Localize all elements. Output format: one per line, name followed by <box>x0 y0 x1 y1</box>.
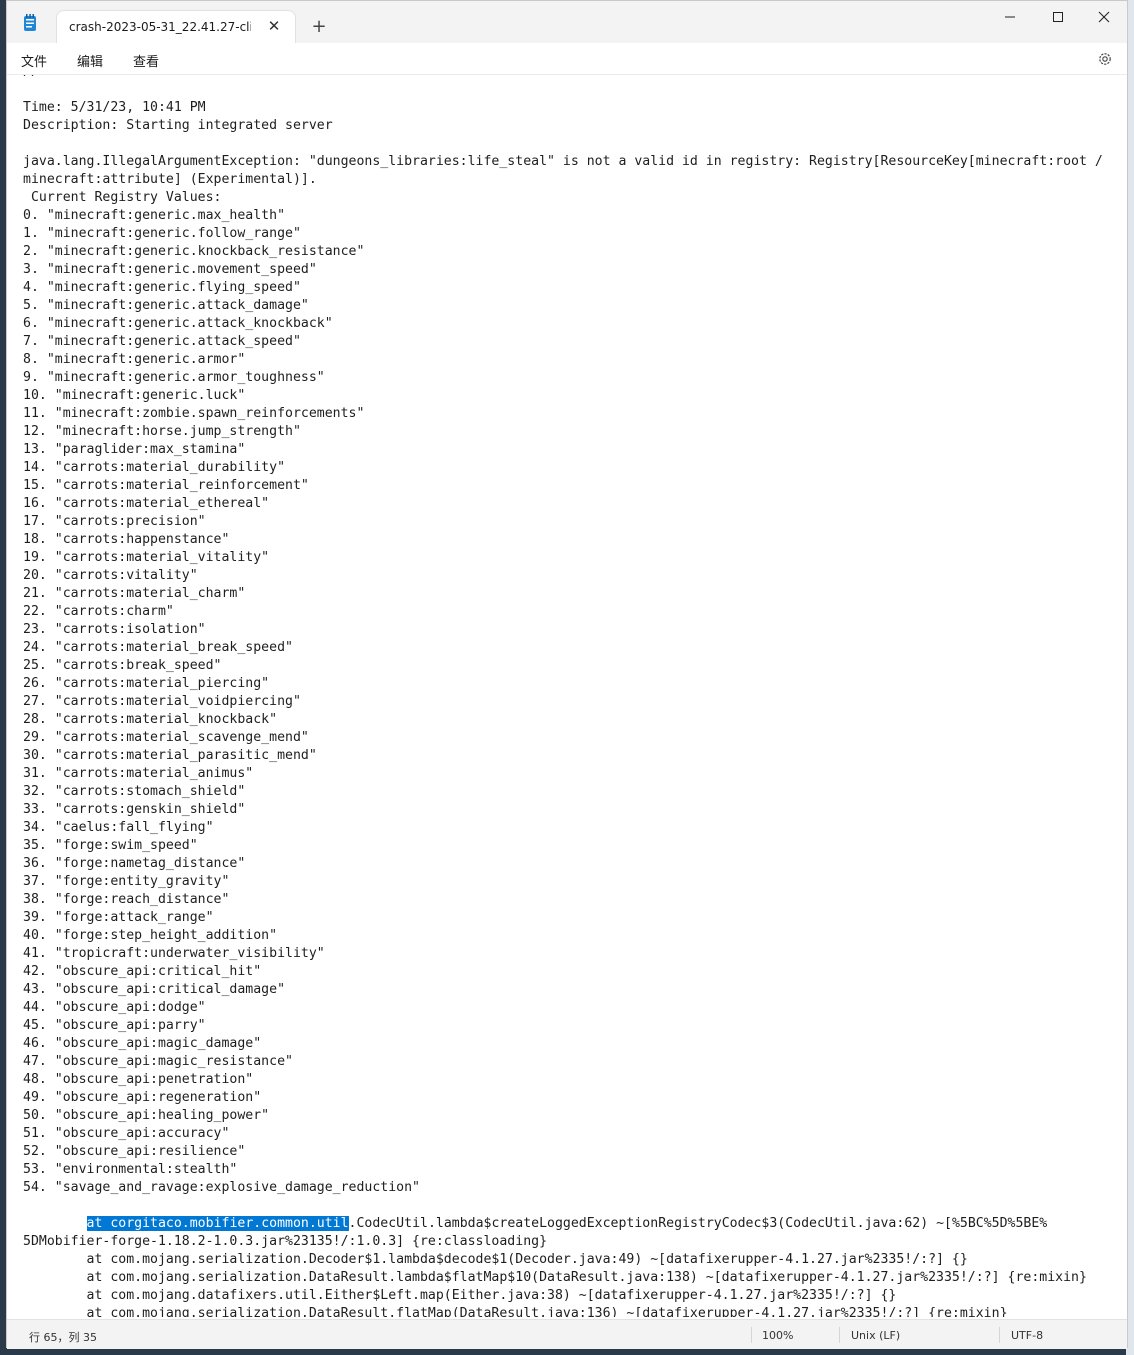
registry-value-line: 5. "minecraft:generic.attack_damage" <box>23 298 309 313</box>
settings-gear-icon[interactable] <box>1097 51 1113 67</box>
cursor-position: 行 65，列 35 <box>29 1331 97 1344</box>
menu-view[interactable]: 查看 <box>133 51 159 70</box>
stack-line: at com.mojang.datafixers.util.Either$Lef… <box>23 1288 897 1303</box>
registry-value-line: 18. "carrots:happenstance" <box>23 532 230 547</box>
registry-value-line: 8. "minecraft:generic.armor" <box>23 352 246 367</box>
maximize-button[interactable] <box>1035 1 1081 33</box>
registry-value-line: 3. "minecraft:generic.movement_speed" <box>23 262 317 277</box>
stack-line: at com.mojang.serialization.DataResult.l… <box>23 1270 1087 1285</box>
registry-value-line: 29. "carrots:material_scavenge_mend" <box>23 730 309 745</box>
status-divider <box>751 1327 752 1343</box>
menu-file[interactable]: 文件 <box>21 51 47 70</box>
registry-value-line: 22. "carrots:charm" <box>23 604 174 619</box>
registry-value-line: 0. "minecraft:generic.max_health" <box>23 208 286 223</box>
registry-value-line: 53. "environmental:stealth" <box>23 1162 238 1177</box>
registry-value-line: 28. "carrots:material_knockback" <box>23 712 278 727</box>
registry-value-line: 44. "obscure_api:dodge" <box>23 1000 206 1015</box>
registry-value-line: 12. "minecraft:horse.jump_strength" <box>23 424 301 439</box>
text-editor[interactable]: // ... Time: 5/31/23, 10:41 PM Descripti… <box>7 75 1111 1317</box>
status-divider <box>999 1327 1000 1343</box>
exception-line: java.lang.IllegalArgumentException: "dun… <box>23 154 1103 169</box>
editor-text: // ... Time: 5/31/23, 10:41 PM Descripti… <box>23 75 1103 1317</box>
registry-value-line: 21. "carrots:material_charm" <box>23 586 246 601</box>
maximize-icon <box>1053 12 1063 22</box>
registry-value-line: 26. "carrots:material_piercing" <box>23 676 270 691</box>
menu-bar: 文件 编辑 查看 <box>7 43 1127 75</box>
registry-value-line: 40. "forge:step_height_addition" <box>23 928 278 943</box>
registry-value-line: 37. "forge:entity_gravity" <box>23 874 230 889</box>
registry-value-line: 39. "forge:attack_range" <box>23 910 214 925</box>
title-bar: crash-2023-05-31_22.41.27-client.txt ✕ + <box>7 1 1127 44</box>
registry-value-line: 10. "minecraft:generic.luck" <box>23 388 246 403</box>
minimize-icon <box>1005 16 1015 18</box>
encoding[interactable]: UTF-8 <box>1011 1329 1043 1342</box>
close-tab-icon[interactable]: ✕ <box>265 17 283 35</box>
registry-value-line: 42. "obscure_api:critical_hit" <box>23 964 262 979</box>
registry-value-line: 9. "minecraft:generic.armor_toughness" <box>23 370 325 385</box>
status-bar: 行 65，列 35 100% Unix (LF) UTF-8 <box>7 1319 1127 1349</box>
registry-value-line: 1. "minecraft:generic.follow_range" <box>23 226 301 241</box>
close-icon <box>1098 11 1110 23</box>
text-line: Time: 5/31/23, 10:41 PM <box>23 100 206 115</box>
exception-line: minecraft:attribute] (Experimental)]. <box>23 172 317 187</box>
registry-value-line: 47. "obscure_api:magic_resistance" <box>23 1054 293 1069</box>
registry-value-line: 31. "carrots:material_animus" <box>23 766 254 781</box>
registry-value-line: 2. "minecraft:generic.knockback_resistan… <box>23 244 365 259</box>
registry-value-line: 45. "obscure_api:parry" <box>23 1018 206 1033</box>
stack-line: at com.mojang.serialization.DataResult.f… <box>23 1306 1008 1317</box>
registry-value-line: 20. "carrots:vitality" <box>23 568 198 583</box>
registry-value-line: 52. "obscure_api:resilience" <box>23 1144 246 1159</box>
stack-line: at com.mojang.serialization.Decoder$1.la… <box>23 1252 968 1267</box>
registry-value-line: 11. "minecraft:zombie.spawn_reinforcemen… <box>23 406 365 421</box>
registry-value-line: 30. "carrots:material_parasitic_mend" <box>23 748 317 763</box>
new-tab-button[interactable]: + <box>307 15 331 39</box>
stack-line: .CodecUtil.lambda$createLoggedExceptionR… <box>348 1216 1048 1231</box>
zoom-level[interactable]: 100% <box>762 1329 793 1342</box>
registry-value-line: 15. "carrots:material_reinforcement" <box>23 478 309 493</box>
registry-value-line: 35. "forge:swim_speed" <box>23 838 198 853</box>
text-line: // ... <box>23 75 71 79</box>
document-tab[interactable]: crash-2023-05-31_22.41.27-client.txt ✕ <box>57 11 295 44</box>
registry-value-line: 51. "obscure_api:accuracy" <box>23 1126 230 1141</box>
text-selection: at corgitaco.mobifier.common.util <box>86 1216 349 1231</box>
text-line: Description: Starting integrated server <box>23 118 333 133</box>
registry-value-line: 50. "obscure_api:healing_power" <box>23 1108 270 1123</box>
vertical-scrollbar[interactable] <box>1111 75 1127 1317</box>
tab-title: crash-2023-05-31_22.41.27-client.txt <box>69 20 251 34</box>
registry-value-line: 32. "carrots:stomach_shield" <box>23 784 246 799</box>
status-divider <box>839 1327 840 1343</box>
menu-edit[interactable]: 编辑 <box>77 51 103 70</box>
registry-value-line: 4. "minecraft:generic.flying_speed" <box>23 280 301 295</box>
stack-indent <box>23 1216 87 1231</box>
registry-value-line: 25. "carrots:break_speed" <box>23 658 222 673</box>
exception-line: Current Registry Values: <box>23 190 222 205</box>
registry-value-line: 49. "obscure_api:regeneration" <box>23 1090 262 1105</box>
registry-value-line: 54. "savage_and_ravage:explosive_damage_… <box>23 1180 420 1195</box>
minimize-button[interactable] <box>987 1 1033 33</box>
registry-value-line: 48. "obscure_api:penetration" <box>23 1072 254 1087</box>
line-ending[interactable]: Unix (LF) <box>851 1329 900 1342</box>
notepad-window: crash-2023-05-31_22.41.27-client.txt ✕ +… <box>6 0 1128 1349</box>
registry-value-line: 6. "minecraft:generic.attack_knockback" <box>23 316 333 331</box>
registry-value-line: 7. "minecraft:generic.attack_speed" <box>23 334 301 349</box>
registry-value-line: 24. "carrots:material_break_speed" <box>23 640 293 655</box>
registry-value-line: 14. "carrots:material_durability" <box>23 460 286 475</box>
registry-value-line: 46. "obscure_api:magic_damage" <box>23 1036 262 1051</box>
registry-value-line: 19. "carrots:material_vitality" <box>23 550 270 565</box>
close-window-button[interactable] <box>1081 1 1127 33</box>
registry-value-line: 13. "paraglider:max_stamina" <box>23 442 246 457</box>
registry-value-line: 27. "carrots:material_voidpiercing" <box>23 694 301 709</box>
registry-value-line: 34. "caelus:fall_flying" <box>23 820 214 835</box>
registry-value-line: 43. "obscure_api:critical_damage" <box>23 982 286 997</box>
registry-value-line: 36. "forge:nametag_distance" <box>23 856 246 871</box>
registry-value-line: 23. "carrots:isolation" <box>23 622 206 637</box>
registry-value-line: 38. "forge:reach_distance" <box>23 892 230 907</box>
registry-value-line: 17. "carrots:precision" <box>23 514 206 529</box>
notepad-icon <box>24 14 36 31</box>
registry-value-line: 41. "tropicraft:underwater_visibility" <box>23 946 325 961</box>
registry-value-line: 16. "carrots:material_ethereal" <box>23 496 270 511</box>
registry-value-line: 33. "carrots:genskin_shield" <box>23 802 246 817</box>
stack-line: 5DMobifier-forge-1.18.2-1.0.3.jar%23135!… <box>23 1234 548 1249</box>
